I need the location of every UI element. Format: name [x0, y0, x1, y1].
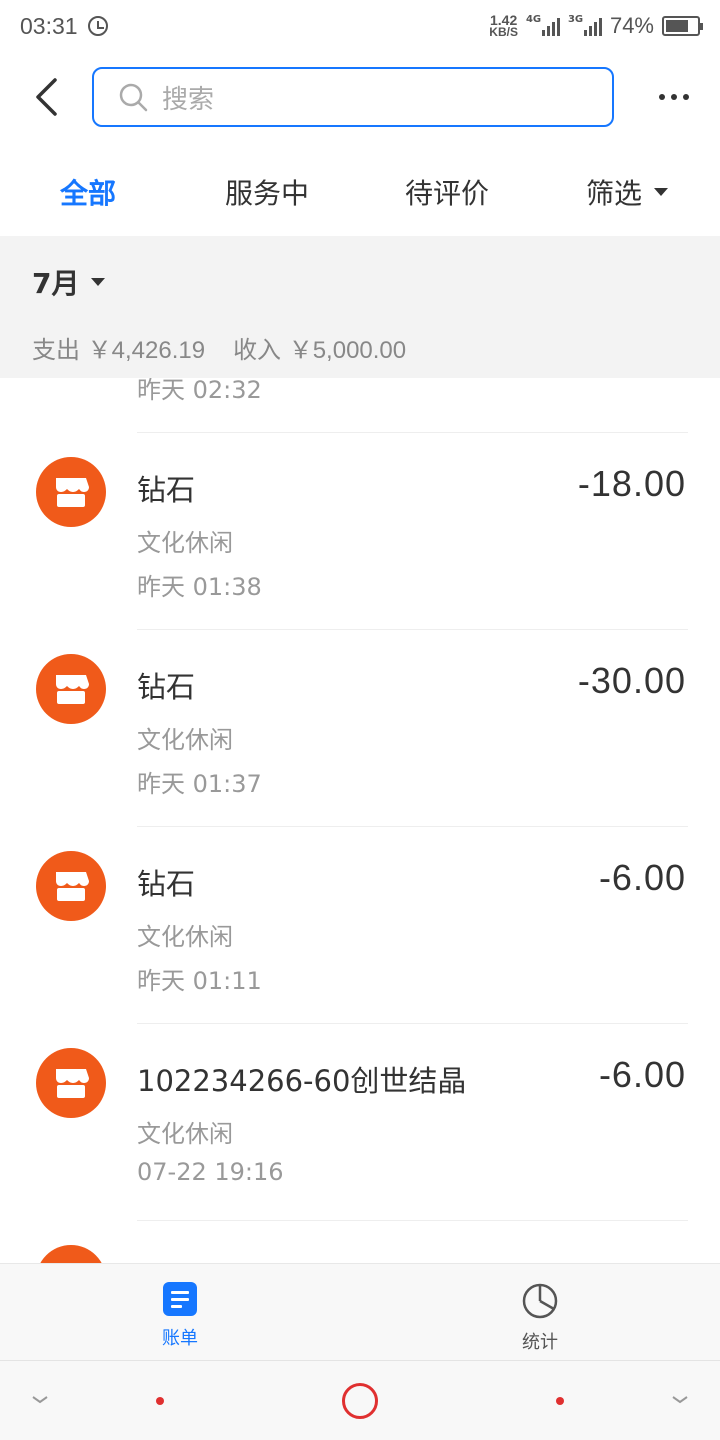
- store-icon: [36, 851, 106, 921]
- transaction-row[interactable]: 钻石 文化休闲 昨天 01:37 -30.00: [0, 630, 720, 827]
- store-icon: [36, 457, 106, 527]
- bill-icon: [163, 1282, 197, 1316]
- income-label: 收入: [233, 336, 282, 364]
- nav-bills-label: 账单: [162, 1328, 198, 1349]
- pie-chart-icon: [522, 1283, 558, 1319]
- transaction-time: 昨天 01:38: [137, 573, 262, 601]
- month-totals: 支出 ￥4,426.19 收入 ￥5,000.00: [32, 330, 688, 365]
- filter-tabs: 全部 服务中 待评价 筛选: [0, 142, 720, 236]
- transaction-amount: -30.00: [577, 660, 686, 701]
- search-placeholder: 搜索: [162, 84, 215, 115]
- transaction-time: 07-22 19:16: [137, 1158, 284, 1186]
- transaction-time: 昨天 01:37: [137, 770, 262, 798]
- more-dots-icon: [659, 94, 665, 100]
- chevron-down-icon[interactable]: [670, 1389, 690, 1409]
- top-bar: 搜索: [0, 52, 720, 142]
- battery-icon: [662, 16, 703, 36]
- transaction-category: 文化休闲: [137, 1120, 233, 1148]
- month-selector[interactable]: 7月: [32, 262, 688, 302]
- transaction-category: 文化休闲: [137, 923, 233, 951]
- transaction-title: 钻石: [137, 473, 196, 507]
- chevron-down-icon[interactable]: [30, 1389, 50, 1409]
- expense-value: ￥4,426.19: [87, 337, 206, 364]
- store-icon: [36, 1048, 106, 1118]
- bottom-nav: 账单 统计: [0, 1263, 720, 1360]
- income-value: ￥5,000.00: [288, 337, 407, 364]
- nav-statistics[interactable]: 统计: [360, 1264, 720, 1360]
- income-total: 收入 ￥5,000.00: [233, 330, 406, 365]
- transaction-category: 文化休闲: [137, 726, 233, 754]
- store-icon: [36, 654, 106, 724]
- battery-percent: 74%: [609, 13, 654, 38]
- transaction-amount: -6.00: [598, 1054, 686, 1095]
- expense-label: 支出: [32, 336, 80, 364]
- back-dot-button[interactable]: [156, 1397, 164, 1405]
- tab-to-review[interactable]: 待评价: [405, 172, 489, 212]
- transaction-amount: -6.00: [598, 857, 686, 898]
- net-speed-unit: KB/S: [489, 25, 518, 39]
- transaction-row[interactable]: 钻石 文化休闲 昨天 01:38 -18.00: [0, 433, 720, 630]
- signal-4g-icon: 4G: [525, 14, 560, 36]
- dropdown-arrow-icon: [654, 188, 669, 196]
- tab-all[interactable]: 全部: [60, 172, 116, 212]
- status-time: 03:31: [20, 12, 78, 39]
- store-icon: [36, 1245, 106, 1263]
- transaction-title: 钻石: [137, 670, 196, 704]
- month-dropdown-icon: [91, 278, 106, 286]
- system-nav-bar: [0, 1360, 720, 1440]
- month-summary: 7月 支出 ￥4,426.19 收入 ￥5,000.00: [0, 236, 720, 378]
- transaction-list[interactable]: 昨天 02:32 钻石 文化休闲 昨天 01:38 -18.00 钻石 文化休闲…: [0, 378, 720, 1263]
- back-arrow-icon: [36, 78, 57, 116]
- net-speed: 1.42 KB/S: [489, 13, 518, 39]
- month-label: 7月: [32, 267, 80, 300]
- recents-dot-button[interactable]: [556, 1397, 564, 1405]
- alarm-icon: [87, 16, 108, 36]
- more-options-button[interactable]: [628, 52, 720, 142]
- signal-3g-label: 3G: [567, 14, 584, 25]
- nav-statistics-label: 统计: [522, 1332, 558, 1353]
- transaction-title: 102234266-60创世结晶: [137, 1064, 467, 1098]
- tab-filter-label: 筛选: [586, 177, 643, 210]
- expense-total: 支出 ￥4,426.19: [32, 330, 205, 365]
- transaction-amount: -18.00: [577, 463, 686, 504]
- transaction-row[interactable]: 钻石 文化休闲 昨天 01:11 -6.00: [0, 827, 720, 1024]
- status-bar: 03:31 1.42 KB/S 4G 3G 74%: [0, 0, 720, 52]
- tab-in-service[interactable]: 服务中: [225, 172, 309, 212]
- home-button[interactable]: [342, 1383, 378, 1419]
- transaction-time: 昨天 01:11: [137, 967, 262, 995]
- transaction-row-partial[interactable]: [0, 1221, 720, 1263]
- signal-4g-label: 4G: [525, 14, 542, 25]
- nav-bills[interactable]: 账单: [0, 1264, 360, 1360]
- partial-item-time: 昨天 02:32: [137, 378, 262, 404]
- transaction-category: 文化休闲: [137, 529, 233, 557]
- status-icons: 1.42 KB/S 4G 3G 74%: [489, 13, 703, 39]
- transaction-row[interactable]: 102234266-60创世结晶 文化休闲 07-22 19:16 -6.00: [0, 1024, 720, 1221]
- tab-filter[interactable]: 筛选: [586, 172, 669, 212]
- signal-3g-icon: 3G: [567, 14, 602, 36]
- search-icon: [119, 83, 148, 112]
- transaction-title: 钻石: [137, 867, 196, 901]
- search-input[interactable]: 搜索: [92, 67, 614, 127]
- back-button[interactable]: [0, 52, 92, 142]
